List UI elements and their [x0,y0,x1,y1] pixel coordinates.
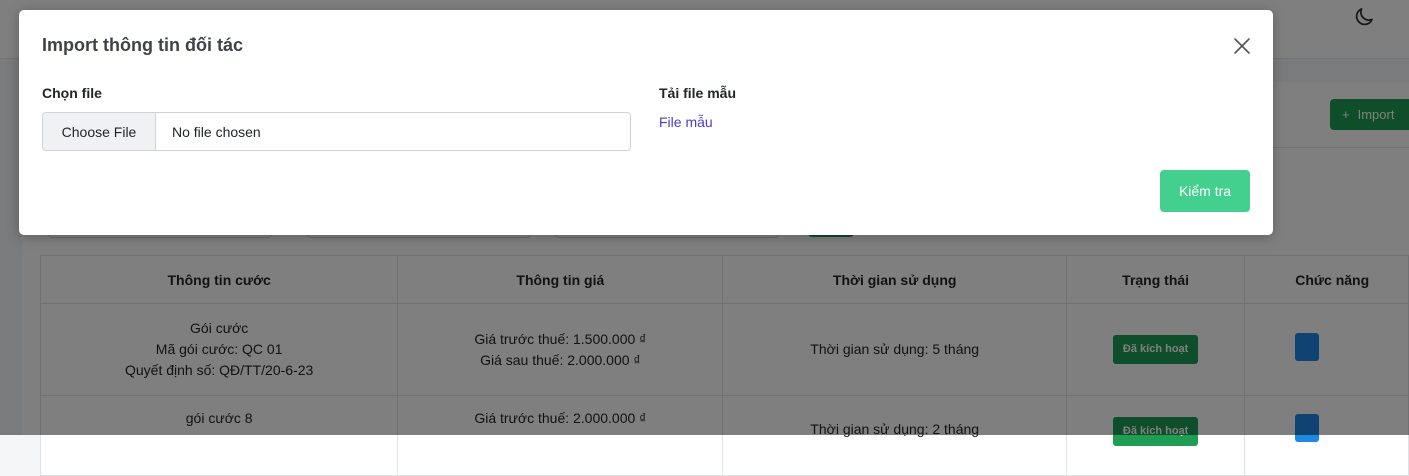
check-button[interactable]: Kiểm tra [1160,170,1250,212]
template-label: Tải file mẫu [659,85,737,101]
import-partner-modal: Import thông tin đối tác Chọn file Choos… [19,10,1273,235]
modal-title: Import thông tin đối tác [42,35,243,55]
close-icon[interactable] [1232,36,1252,56]
choose-file-button[interactable]: Choose File [43,113,156,150]
template-file-link[interactable]: File mẫu [659,114,713,130]
choose-file-label: Chọn file [42,85,102,101]
file-status-text: No file chosen [172,123,261,140]
file-input[interactable]: Choose File No file chosen [42,112,631,151]
